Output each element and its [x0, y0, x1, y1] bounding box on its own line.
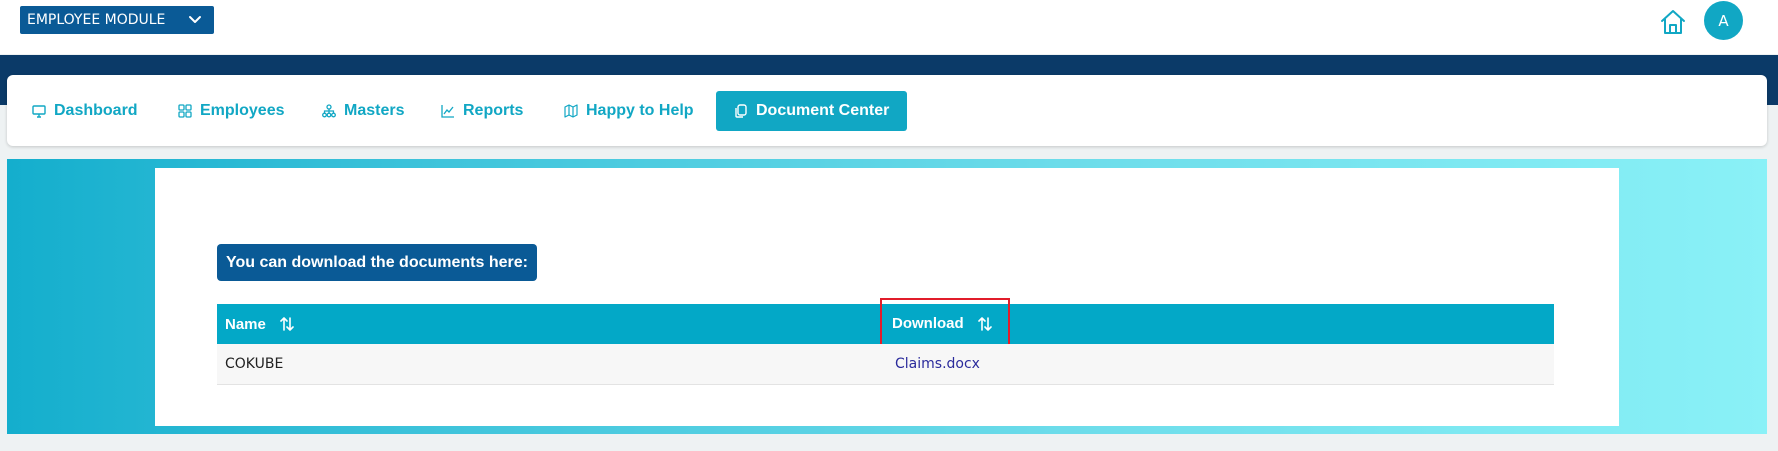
user-avatar[interactable]: A: [1704, 1, 1743, 40]
avatar-initial: A: [1718, 11, 1729, 30]
sort-icon: [280, 317, 294, 331]
table-header: Name Download: [217, 298, 1554, 349]
hierarchy-icon: [322, 104, 336, 118]
chevron-down-icon: [189, 16, 201, 23]
cell-name: COKUBE: [225, 356, 284, 372]
chart-line-icon: [441, 105, 454, 118]
nav-item-happy-to-help[interactable]: Happy to Help: [564, 91, 694, 131]
module-selector-label: EMPLOYEE MODULE: [27, 12, 166, 28]
column-header-label: Download: [892, 315, 964, 332]
document-panel: You can download the documents here: Nam…: [155, 168, 1619, 426]
top-bar: EMPLOYEE MODULE A: [0, 0, 1778, 54]
home-icon[interactable]: [1659, 8, 1687, 36]
download-link[interactable]: Claims.docx: [895, 344, 980, 384]
nav-item-label: Dashboard: [54, 102, 138, 119]
nav-item-label: Masters: [344, 102, 405, 119]
main-nav: Dashboard Employees Masters Reports Happ…: [7, 75, 1767, 146]
nav-item-label: Happy to Help: [586, 102, 694, 119]
panel-heading: You can download the documents here:: [217, 244, 537, 281]
column-header-download[interactable]: Download: [880, 298, 1010, 349]
nav-item-dashboard[interactable]: Dashboard: [32, 91, 138, 131]
nav-item-label: Employees: [200, 102, 285, 119]
documents-table: Name Download COKUBE Claims.docx: [217, 298, 1554, 385]
module-selector[interactable]: EMPLOYEE MODULE: [20, 6, 214, 34]
nav-item-label: Reports: [463, 102, 524, 119]
nav-item-masters[interactable]: Masters: [322, 91, 404, 131]
column-header-label: Name: [225, 315, 266, 333]
nav-item-employees[interactable]: Employees: [178, 91, 284, 131]
table-row: COKUBE Claims.docx: [217, 344, 1554, 385]
panel-heading-text: You can download the documents here:: [226, 253, 528, 271]
nav-item-label: Document Center: [756, 102, 890, 119]
nav-item-reports[interactable]: Reports: [441, 91, 523, 131]
monitor-icon: [32, 105, 46, 118]
grid-icon: [178, 104, 192, 118]
column-header-name[interactable]: Name: [225, 304, 294, 344]
map-icon: [564, 104, 578, 118]
documents-icon: [735, 104, 747, 118]
nav-item-document-center[interactable]: Document Center: [716, 91, 908, 131]
sort-icon: [977, 316, 992, 331]
